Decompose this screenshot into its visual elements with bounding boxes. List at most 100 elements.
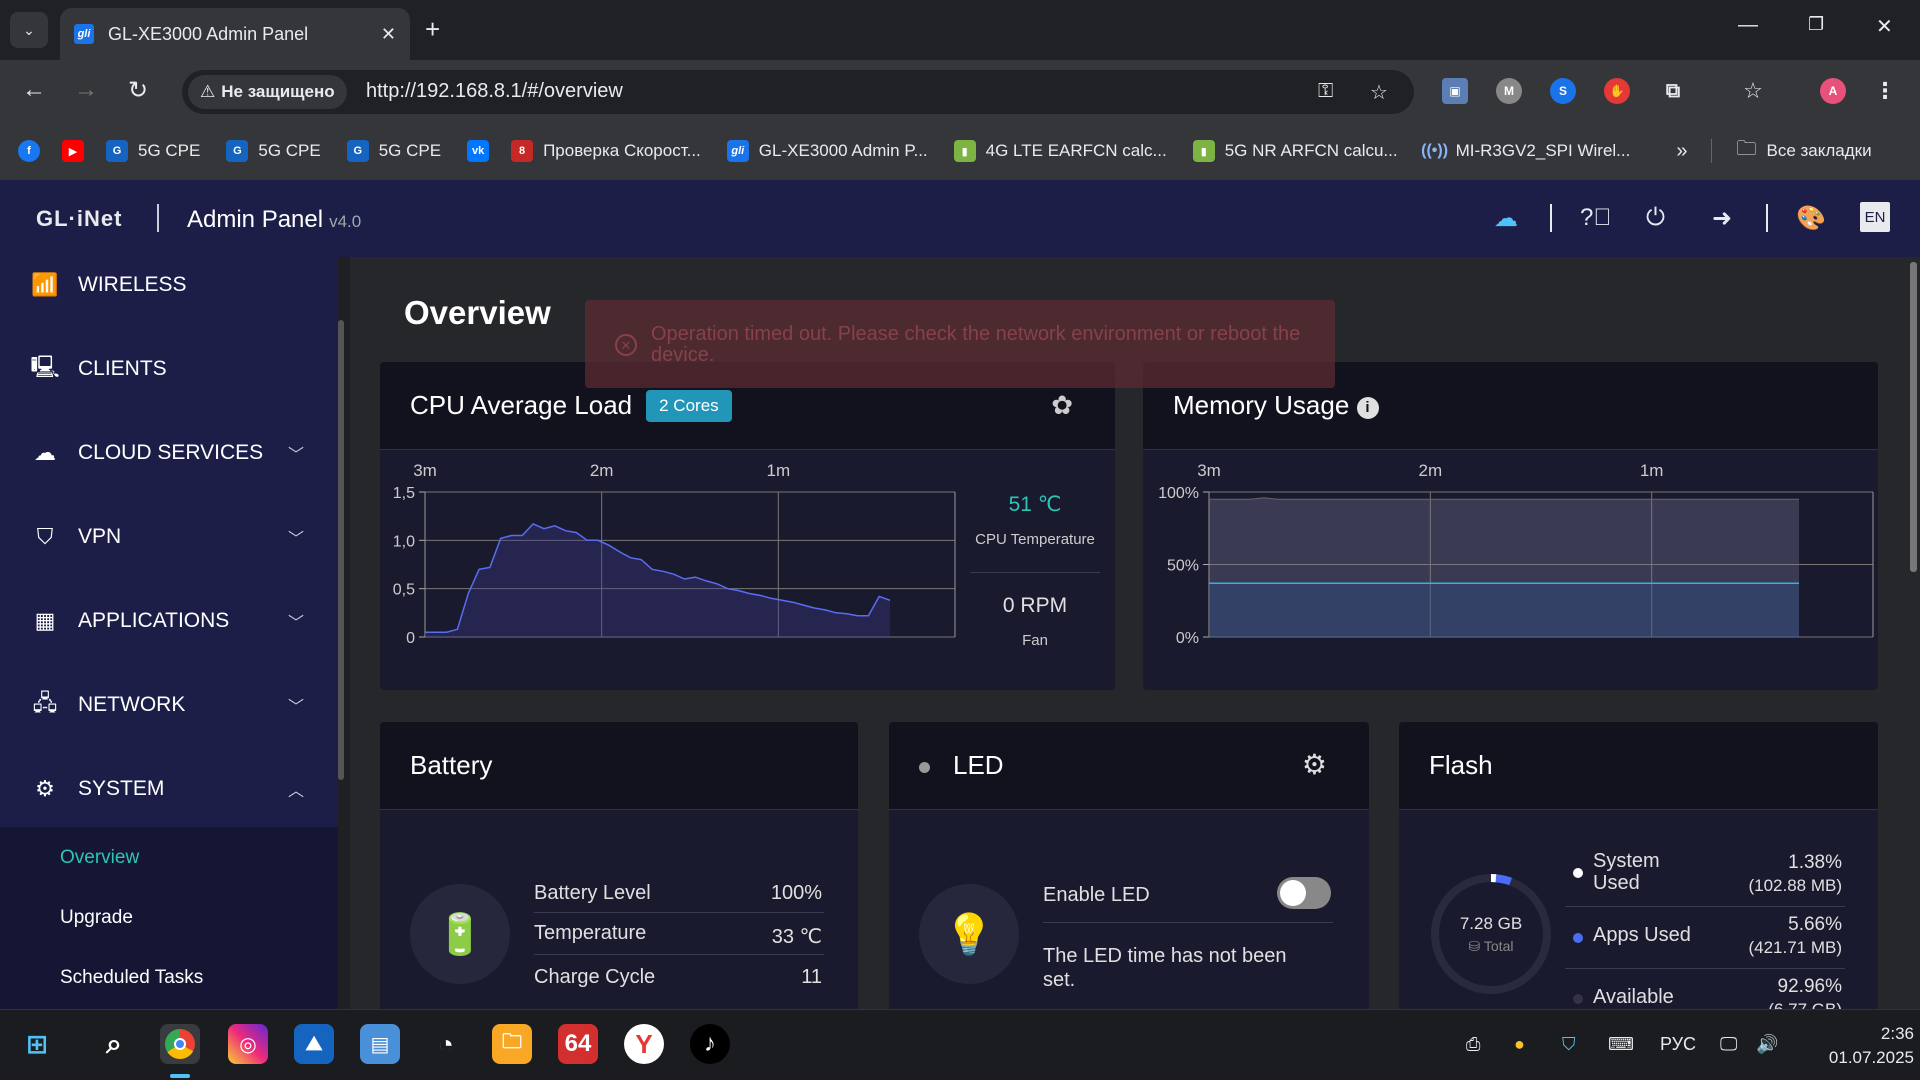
key-icon[interactable]: ⚿ xyxy=(1318,80,1333,103)
cpu-load-chart: 1,5 1,0 0,5 0 3m 2m 1m xyxy=(393,461,956,647)
bookmark-item[interactable]: 8 Проверка Скорост... xyxy=(511,140,701,162)
bookmark-item[interactable]: ▮ 5G NR ARFCN calcu... xyxy=(1192,140,1398,162)
forward-icon[interactable]: → xyxy=(74,76,98,104)
clock[interactable]: 2:36 01.07.2025 xyxy=(1804,1022,1914,1070)
yandex-icon[interactable]: Y xyxy=(624,1024,664,1064)
app-64-icon[interactable]: 64 xyxy=(558,1024,598,1064)
sidebar-subitem-scheduled-tasks[interactable]: Scheduled Tasks xyxy=(60,967,203,989)
cpu-temp-value: 51 ℃ xyxy=(1008,493,1062,516)
youtube-icon[interactable]: ▶ xyxy=(62,140,84,162)
bookmark-item[interactable]: gli GL-XE3000 Admin P... xyxy=(726,140,928,162)
sidebar-item-system[interactable]: ⚙ SYSTEM ︿ xyxy=(0,759,338,819)
bookmark-item[interactable]: G 5G CPE xyxy=(226,140,321,162)
vk-icon[interactable]: vk xyxy=(467,140,490,162)
instagram-icon[interactable]: ◎ xyxy=(228,1024,268,1064)
shazam-extension-icon[interactable]: S xyxy=(1550,78,1576,104)
address-bar[interactable]: ⚠ Не защищено http://192.168.8.1/#/overv… xyxy=(182,70,1414,114)
defender-shield-icon[interactable]: ⛉ xyxy=(1562,1034,1576,1055)
security-chip[interactable]: ⚠ Не защищено xyxy=(188,75,347,109)
help-icon[interactable]: ?⃝ xyxy=(1580,204,1611,232)
bookmark-star-icon[interactable]: ☆ xyxy=(1370,80,1388,105)
url-text[interactable]: http://192.168.8.1/#/overview xyxy=(366,80,623,103)
logout-icon[interactable]: ➜ xyxy=(1712,204,1732,233)
minimize-button[interactable]: — xyxy=(1738,14,1758,37)
wifi-icon: 📶 xyxy=(31,272,59,297)
sidebar-subitem-upgrade[interactable]: Upgrade xyxy=(60,907,133,929)
legend-dot-system xyxy=(1573,868,1583,878)
bookmark-item[interactable]: ▮ 4G LTE EARFCN calc... xyxy=(953,140,1167,162)
profile-avatar[interactable]: A xyxy=(1820,78,1846,104)
tray-app-icon[interactable]: ● xyxy=(1514,1034,1525,1055)
legend-dot-apps xyxy=(1573,933,1583,943)
bookmark-item[interactable]: G 5G CPE xyxy=(106,140,200,162)
sidebar-subitem-overview[interactable]: Overview xyxy=(60,847,139,869)
sidebar-item-label: APPLICATIONS xyxy=(78,609,230,632)
divider xyxy=(1565,968,1845,969)
m-extension-icon[interactable]: M xyxy=(1496,78,1522,104)
main-scrollbar[interactable] xyxy=(1910,262,1917,572)
y-tick-label: 0,5 xyxy=(393,582,415,599)
back-icon[interactable]: ← xyxy=(22,76,46,104)
memory-usage-chart: 100% 50% 0% 3m 2m 1m xyxy=(1158,461,1874,647)
info-icon[interactable]: i xyxy=(1356,397,1379,419)
bookmark-label: 5G CPE xyxy=(378,141,442,160)
image-viewer-icon[interactable]: ▤ xyxy=(360,1024,400,1064)
sidebar-item-label: VPN xyxy=(78,525,122,548)
signal-bars-icon: ▮ xyxy=(1192,140,1215,162)
enable-led-toggle[interactable] xyxy=(1277,877,1331,909)
clock-time: 2:36 xyxy=(1880,1024,1914,1043)
fan-settings-icon[interactable]: ✿ xyxy=(1051,390,1073,421)
file-explorer-icon[interactable]: 🗀 xyxy=(492,1024,532,1064)
speedometer-icon[interactable]: ◔ xyxy=(426,1024,466,1064)
all-bookmarks-folder[interactable]: 🗀 Все закладки xyxy=(1736,134,1871,168)
sidebar-item-label: NETWORK xyxy=(78,693,186,716)
close-tab-icon[interactable]: ✕ xyxy=(381,24,396,45)
bookmark-item[interactable]: G 5G CPE xyxy=(346,140,442,162)
sidebar-item-network[interactable]: 🖧 NETWORK ﹀ xyxy=(0,675,338,735)
reload-icon[interactable]: ↻ xyxy=(128,76,148,105)
tiktok-icon[interactable]: ♪ xyxy=(690,1024,730,1064)
bookmark-item[interactable]: ((•)) MI-R3GV2_SPI Wirel... xyxy=(1421,140,1631,162)
usb-icon[interactable]: ⎙ xyxy=(1466,1034,1480,1055)
extensions-puzzle-icon[interactable]: ⧉ xyxy=(1660,78,1686,104)
adblock-extension-icon[interactable]: ✋ xyxy=(1604,78,1630,104)
photos-icon[interactable]: ⛰ xyxy=(294,1024,334,1064)
power-icon[interactable]: ⏻ xyxy=(1646,204,1665,232)
available-label: Available xyxy=(1593,986,1674,1008)
tab-search-button[interactable]: ⌄ xyxy=(10,12,48,48)
new-tab-button[interactable]: + xyxy=(425,14,440,45)
sidebar-item-clients[interactable]: 🖳 CLIENTS xyxy=(0,339,338,399)
apps-grid-icon: ▦ xyxy=(34,608,56,633)
menu-kebab-icon[interactable]: ⋮ xyxy=(1872,78,1898,104)
router-icon: G xyxy=(106,140,128,162)
sidebar-item-cloud-services[interactable]: ☁ CLOUD SERVICES ﹀ xyxy=(0,423,338,483)
language-button[interactable]: EN xyxy=(1860,202,1890,232)
divider xyxy=(1766,204,1768,232)
volume-icon[interactable]: 🔊 xyxy=(1756,1034,1778,1055)
available-pct: 92.96% xyxy=(1777,976,1842,997)
cloud-icon[interactable]: ☁ xyxy=(1494,204,1518,233)
chrome-taskbar-icon[interactable] xyxy=(160,1024,200,1064)
glinet-logo[interactable]: GL·iNet xyxy=(36,206,122,232)
bookmarks-manager-icon[interactable]: ☆ xyxy=(1740,78,1766,104)
facebook-icon[interactable]: f xyxy=(18,140,40,162)
led-note: The LED time has not been set. xyxy=(1043,945,1287,991)
sidebar-item-vpn[interactable]: ⛉ VPN ﹀ xyxy=(0,507,338,567)
keyboard-icon[interactable]: ⌨ xyxy=(1608,1034,1634,1055)
more-bookmarks-icon[interactable]: » xyxy=(1676,140,1687,163)
close-window-button[interactable]: ✕ xyxy=(1876,14,1893,39)
restore-button[interactable]: ❐ xyxy=(1808,14,1824,35)
gear-icon[interactable]: ⚙ xyxy=(1302,748,1327,781)
browser-tab[interactable]: gli GL-XE3000 Admin Panel ✕ xyxy=(60,8,410,60)
start-icon[interactable]: ⊞ xyxy=(8,1024,66,1064)
network-icon[interactable]: 🖵 xyxy=(1720,1034,1737,1055)
palette-icon[interactable]: 🎨 xyxy=(1796,204,1826,233)
language-indicator[interactable]: РУС xyxy=(1660,1034,1696,1055)
translate-extension-icon[interactable]: ▣ xyxy=(1442,78,1468,104)
bookmark-label: MI-R3GV2_SPI Wirel... xyxy=(1455,141,1631,160)
sidebar-scrollbar[interactable] xyxy=(338,320,344,780)
sidebar-item-wireless[interactable]: 📶 WIRELESS xyxy=(0,257,338,315)
sidebar-item-applications[interactable]: ▦ APPLICATIONS ﹀ xyxy=(0,591,338,651)
apps-used-size: (421.71 MB) xyxy=(1748,938,1842,957)
search-icon[interactable]: ⌕ xyxy=(94,1024,134,1064)
